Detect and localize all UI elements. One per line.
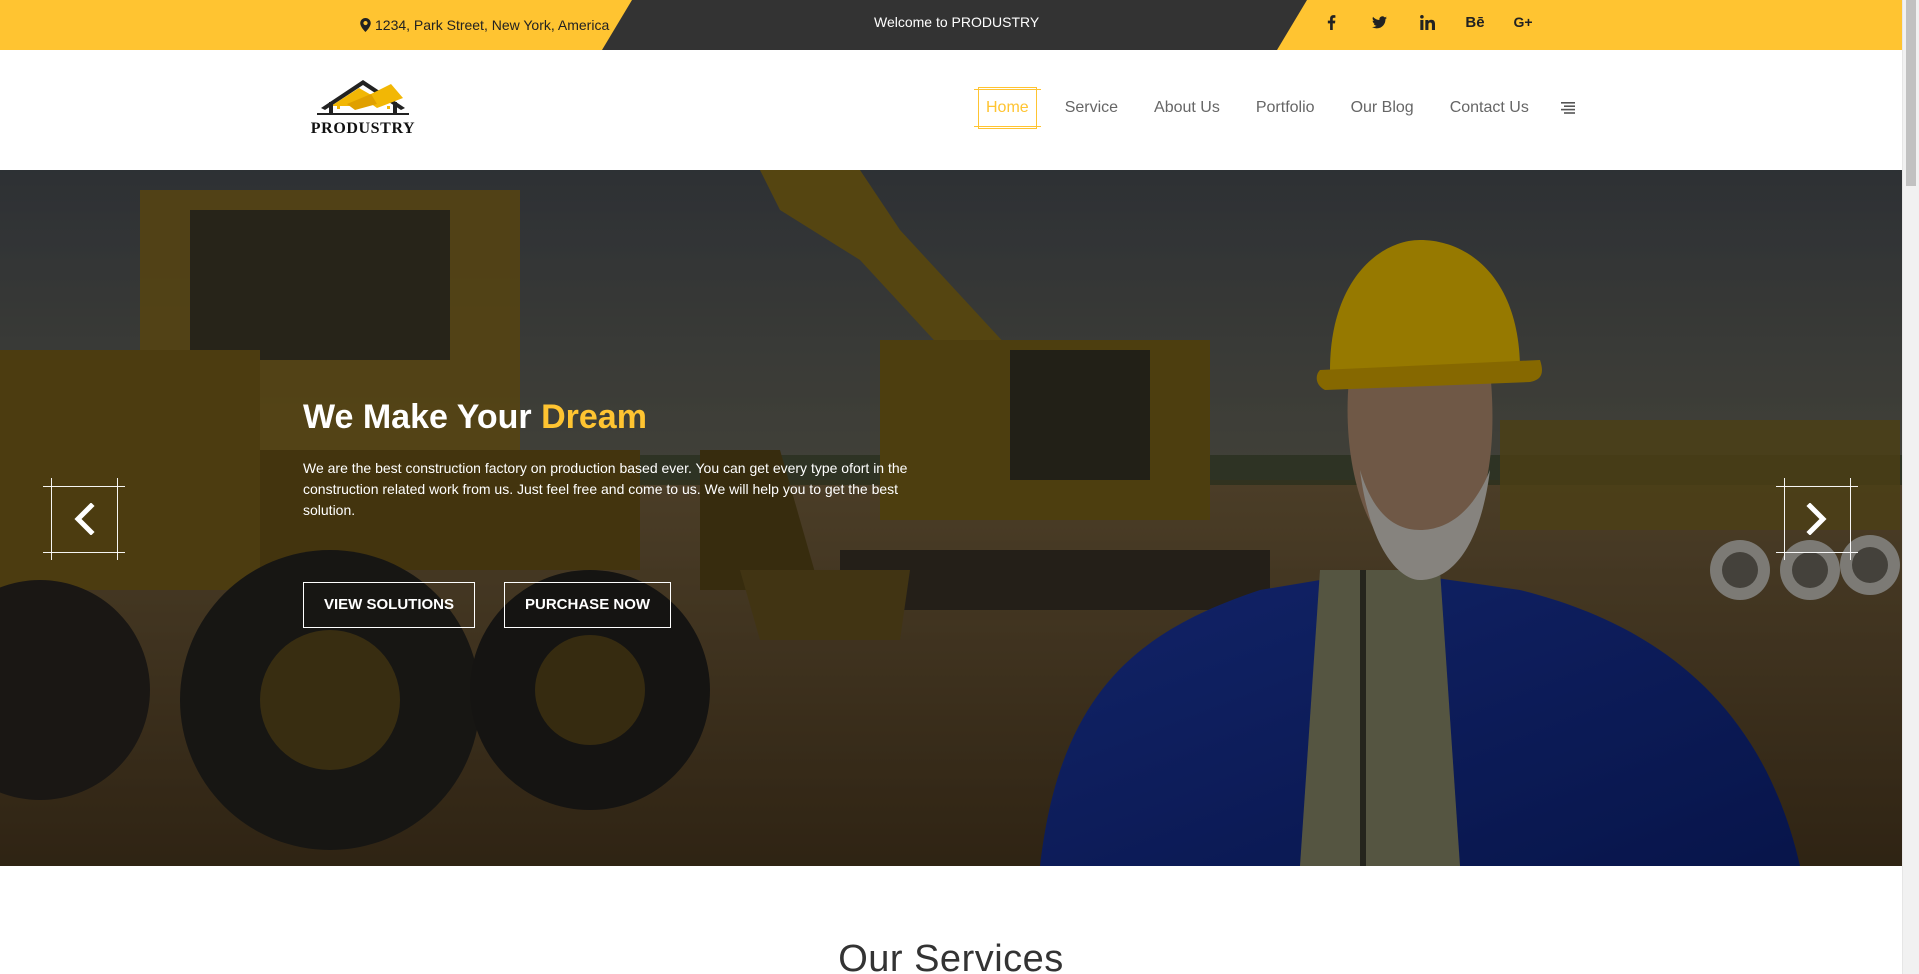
menu-icon[interactable] bbox=[1547, 87, 1589, 129]
view-solutions-button[interactable]: VIEW SOLUTIONS bbox=[303, 582, 476, 628]
social-links: Bē G+ bbox=[1307, 0, 1547, 44]
address: 1234, Park Street, New York, America bbox=[360, 0, 609, 50]
nav-item-label: About Us bbox=[1154, 99, 1220, 116]
hero-title: We Make Your Dream bbox=[303, 396, 923, 438]
purchase-now-button[interactable]: PURCHASE NOW bbox=[504, 582, 672, 628]
nav-item-contact-us[interactable]: Contact Us bbox=[1432, 87, 1547, 129]
page: 1234, Park Street, New York, America Wel… bbox=[0, 0, 1902, 974]
header: PRODUSTRY Home Service About Us Portfoli… bbox=[0, 50, 1902, 170]
hero-overlay bbox=[0, 170, 1902, 866]
logo[interactable]: PRODUSTRY bbox=[303, 76, 423, 144]
chevron-left-icon bbox=[74, 503, 95, 535]
nav-item-home[interactable]: Home bbox=[974, 87, 1041, 129]
nav-item-label: Service bbox=[1064, 99, 1119, 116]
page-scrollbar[interactable] bbox=[1902, 0, 1919, 974]
hero-content: We Make Your Dream We are the best const… bbox=[303, 396, 923, 521]
map-marker-icon bbox=[360, 18, 371, 32]
facebook-icon[interactable] bbox=[1307, 0, 1355, 44]
welcome-text: Welcome to PRODUSTRY bbox=[874, 14, 1040, 30]
google-plus-icon[interactable]: G+ bbox=[1499, 0, 1547, 44]
logo-house-icon bbox=[317, 80, 409, 115]
slider-next-button[interactable] bbox=[1776, 478, 1858, 560]
nav-item-our-blog[interactable]: Our Blog bbox=[1333, 87, 1432, 129]
hero-title-highlight: Dream bbox=[541, 398, 647, 436]
nav-item-label: Our Blog bbox=[1350, 99, 1414, 116]
nav-item-portfolio[interactable]: Portfolio bbox=[1238, 87, 1333, 129]
behance-icon[interactable]: Bē bbox=[1451, 0, 1499, 44]
linkedin-icon[interactable] bbox=[1403, 0, 1451, 44]
scrollbar-thumb[interactable] bbox=[1906, 0, 1916, 186]
nav-item-label: Portfolio bbox=[1255, 99, 1315, 116]
nav-item-label: Contact Us bbox=[1449, 99, 1529, 116]
nav-item-service[interactable]: Service bbox=[1047, 87, 1136, 129]
twitter-icon[interactable] bbox=[1355, 0, 1403, 44]
hero-slider: We Make Your Dream We are the best const… bbox=[0, 170, 1902, 866]
hero-buttons: VIEW SOLUTIONS PURCHASE NOW bbox=[303, 582, 672, 628]
logo-text: PRODUSTRY bbox=[310, 120, 416, 137]
slider-prev-button[interactable] bbox=[43, 478, 125, 560]
nav-item-about-us[interactable]: About Us bbox=[1136, 87, 1238, 129]
hero-title-prefix: We Make Your bbox=[303, 398, 532, 436]
chevron-right-icon bbox=[1806, 503, 1827, 535]
services-section-title: Our Services bbox=[838, 938, 1064, 974]
main-nav: Home Service About Us Portfolio Our Blog… bbox=[974, 87, 1589, 129]
address-text: 1234, Park Street, New York, America bbox=[375, 17, 610, 33]
top-bar: 1234, Park Street, New York, America Wel… bbox=[0, 0, 1902, 50]
hero-description: We are the best construction factory on … bbox=[303, 460, 908, 518]
nav-item-label: Home bbox=[986, 99, 1029, 116]
